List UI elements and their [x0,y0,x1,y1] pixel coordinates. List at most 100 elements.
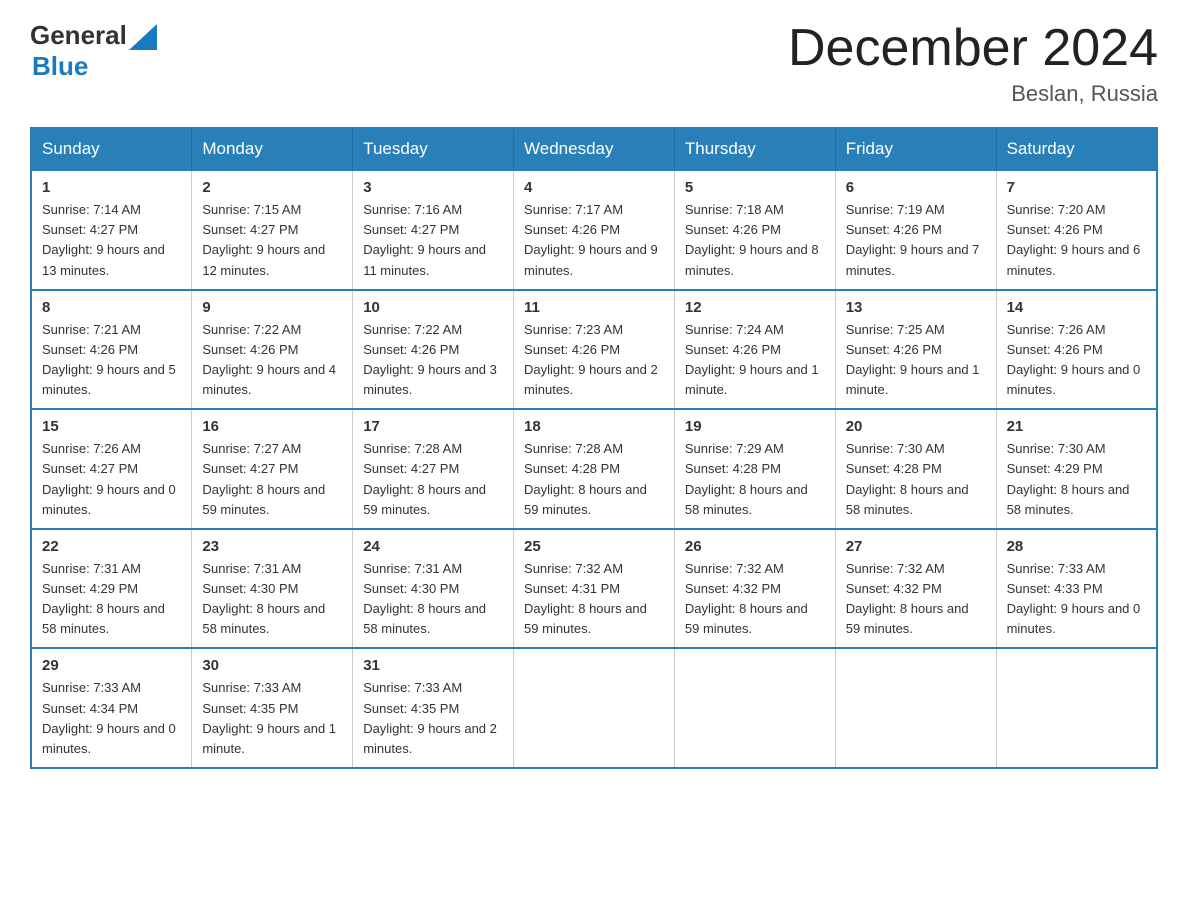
calendar-cell: 15 Sunrise: 7:26 AM Sunset: 4:27 PM Dayl… [31,409,192,529]
calendar-cell: 27 Sunrise: 7:32 AM Sunset: 4:32 PM Dayl… [835,529,996,649]
day-info: Sunrise: 7:31 AM Sunset: 4:30 PM Dayligh… [363,561,486,636]
day-number: 23 [202,538,342,555]
day-number: 26 [685,538,825,555]
day-number: 31 [363,657,503,674]
logo-triangle-icon [129,24,157,50]
day-info: Sunrise: 7:28 AM Sunset: 4:27 PM Dayligh… [363,441,486,516]
calendar-cell: 3 Sunrise: 7:16 AM Sunset: 4:27 PM Dayli… [353,170,514,290]
col-header-monday: Monday [192,128,353,170]
day-info: Sunrise: 7:29 AM Sunset: 4:28 PM Dayligh… [685,441,808,516]
calendar-cell: 1 Sunrise: 7:14 AM Sunset: 4:27 PM Dayli… [31,170,192,290]
day-info: Sunrise: 7:32 AM Sunset: 4:32 PM Dayligh… [846,561,969,636]
calendar-cell: 26 Sunrise: 7:32 AM Sunset: 4:32 PM Dayl… [674,529,835,649]
day-number: 22 [42,538,181,555]
col-header-tuesday: Tuesday [353,128,514,170]
calendar-cell: 19 Sunrise: 7:29 AM Sunset: 4:28 PM Dayl… [674,409,835,529]
logo: General Blue [30,20,157,82]
day-info: Sunrise: 7:31 AM Sunset: 4:29 PM Dayligh… [42,561,165,636]
calendar-cell: 20 Sunrise: 7:30 AM Sunset: 4:28 PM Dayl… [835,409,996,529]
day-info: Sunrise: 7:27 AM Sunset: 4:27 PM Dayligh… [202,441,325,516]
day-number: 8 [42,299,181,316]
day-number: 16 [202,418,342,435]
logo-general-text: General [30,20,127,51]
calendar-cell: 28 Sunrise: 7:33 AM Sunset: 4:33 PM Dayl… [996,529,1157,649]
day-number: 11 [524,299,664,316]
col-header-saturday: Saturday [996,128,1157,170]
day-info: Sunrise: 7:30 AM Sunset: 4:29 PM Dayligh… [1007,441,1130,516]
calendar-week-row: 8 Sunrise: 7:21 AM Sunset: 4:26 PM Dayli… [31,290,1157,410]
day-number: 21 [1007,418,1146,435]
day-info: Sunrise: 7:16 AM Sunset: 4:27 PM Dayligh… [363,202,486,277]
calendar-cell [996,648,1157,768]
calendar-header-row: SundayMondayTuesdayWednesdayThursdayFrid… [31,128,1157,170]
calendar-cell: 18 Sunrise: 7:28 AM Sunset: 4:28 PM Dayl… [514,409,675,529]
calendar-cell [514,648,675,768]
day-info: Sunrise: 7:19 AM Sunset: 4:26 PM Dayligh… [846,202,980,277]
day-number: 2 [202,179,342,196]
calendar-cell: 13 Sunrise: 7:25 AM Sunset: 4:26 PM Dayl… [835,290,996,410]
day-number: 29 [42,657,181,674]
day-number: 20 [846,418,986,435]
day-info: Sunrise: 7:14 AM Sunset: 4:27 PM Dayligh… [42,202,165,277]
day-info: Sunrise: 7:33 AM Sunset: 4:35 PM Dayligh… [202,680,336,755]
calendar-week-row: 29 Sunrise: 7:33 AM Sunset: 4:34 PM Dayl… [31,648,1157,768]
calendar-cell: 6 Sunrise: 7:19 AM Sunset: 4:26 PM Dayli… [835,170,996,290]
calendar-cell: 21 Sunrise: 7:30 AM Sunset: 4:29 PM Dayl… [996,409,1157,529]
day-info: Sunrise: 7:15 AM Sunset: 4:27 PM Dayligh… [202,202,325,277]
calendar-subtitle: Beslan, Russia [788,81,1158,107]
day-number: 7 [1007,179,1146,196]
day-info: Sunrise: 7:33 AM Sunset: 4:34 PM Dayligh… [42,680,176,755]
calendar-title: December 2024 [788,20,1158,77]
day-number: 18 [524,418,664,435]
calendar-cell: 10 Sunrise: 7:22 AM Sunset: 4:26 PM Dayl… [353,290,514,410]
col-header-wednesday: Wednesday [514,128,675,170]
day-info: Sunrise: 7:18 AM Sunset: 4:26 PM Dayligh… [685,202,819,277]
day-info: Sunrise: 7:33 AM Sunset: 4:33 PM Dayligh… [1007,561,1141,636]
day-info: Sunrise: 7:21 AM Sunset: 4:26 PM Dayligh… [42,322,176,397]
day-info: Sunrise: 7:32 AM Sunset: 4:32 PM Dayligh… [685,561,808,636]
day-info: Sunrise: 7:20 AM Sunset: 4:26 PM Dayligh… [1007,202,1141,277]
day-number: 12 [685,299,825,316]
calendar-cell: 29 Sunrise: 7:33 AM Sunset: 4:34 PM Dayl… [31,648,192,768]
day-number: 13 [846,299,986,316]
calendar-cell: 24 Sunrise: 7:31 AM Sunset: 4:30 PM Dayl… [353,529,514,649]
calendar-cell: 31 Sunrise: 7:33 AM Sunset: 4:35 PM Dayl… [353,648,514,768]
day-number: 25 [524,538,664,555]
col-header-friday: Friday [835,128,996,170]
day-info: Sunrise: 7:32 AM Sunset: 4:31 PM Dayligh… [524,561,647,636]
calendar-cell [674,648,835,768]
day-number: 10 [363,299,503,316]
day-number: 28 [1007,538,1146,555]
calendar-cell: 22 Sunrise: 7:31 AM Sunset: 4:29 PM Dayl… [31,529,192,649]
day-info: Sunrise: 7:23 AM Sunset: 4:26 PM Dayligh… [524,322,658,397]
day-info: Sunrise: 7:22 AM Sunset: 4:26 PM Dayligh… [202,322,336,397]
day-number: 5 [685,179,825,196]
day-number: 27 [846,538,986,555]
day-info: Sunrise: 7:30 AM Sunset: 4:28 PM Dayligh… [846,441,969,516]
calendar-cell: 9 Sunrise: 7:22 AM Sunset: 4:26 PM Dayli… [192,290,353,410]
day-number: 3 [363,179,503,196]
day-info: Sunrise: 7:26 AM Sunset: 4:27 PM Dayligh… [42,441,176,516]
page-header: General Blue December 2024 Beslan, Russi… [30,20,1158,107]
calendar-week-row: 15 Sunrise: 7:26 AM Sunset: 4:27 PM Dayl… [31,409,1157,529]
day-number: 24 [363,538,503,555]
calendar-cell: 16 Sunrise: 7:27 AM Sunset: 4:27 PM Dayl… [192,409,353,529]
calendar-cell: 30 Sunrise: 7:33 AM Sunset: 4:35 PM Dayl… [192,648,353,768]
calendar-cell: 11 Sunrise: 7:23 AM Sunset: 4:26 PM Dayl… [514,290,675,410]
calendar-cell: 14 Sunrise: 7:26 AM Sunset: 4:26 PM Dayl… [996,290,1157,410]
calendar-week-row: 1 Sunrise: 7:14 AM Sunset: 4:27 PM Dayli… [31,170,1157,290]
calendar-table: SundayMondayTuesdayWednesdayThursdayFrid… [30,127,1158,769]
day-number: 1 [42,179,181,196]
calendar-cell: 17 Sunrise: 7:28 AM Sunset: 4:27 PM Dayl… [353,409,514,529]
day-info: Sunrise: 7:28 AM Sunset: 4:28 PM Dayligh… [524,441,647,516]
day-info: Sunrise: 7:22 AM Sunset: 4:26 PM Dayligh… [363,322,497,397]
day-number: 4 [524,179,664,196]
day-info: Sunrise: 7:25 AM Sunset: 4:26 PM Dayligh… [846,322,980,397]
logo-blue-text: Blue [32,51,88,82]
day-number: 6 [846,179,986,196]
day-info: Sunrise: 7:17 AM Sunset: 4:26 PM Dayligh… [524,202,658,277]
calendar-cell: 25 Sunrise: 7:32 AM Sunset: 4:31 PM Dayl… [514,529,675,649]
day-number: 9 [202,299,342,316]
calendar-cell: 2 Sunrise: 7:15 AM Sunset: 4:27 PM Dayli… [192,170,353,290]
calendar-cell: 12 Sunrise: 7:24 AM Sunset: 4:26 PM Dayl… [674,290,835,410]
